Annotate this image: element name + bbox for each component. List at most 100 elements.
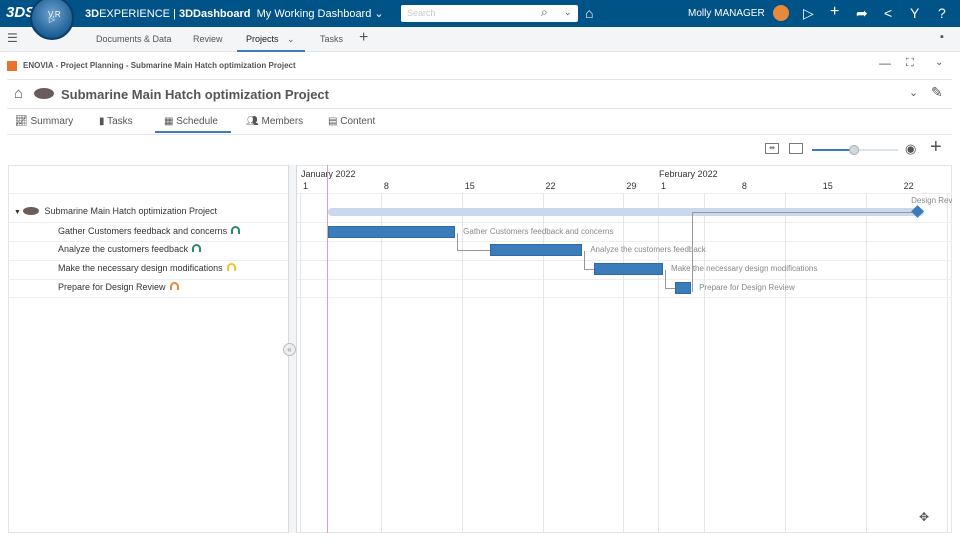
project-icon bbox=[23, 207, 40, 215]
day-gridline bbox=[935, 193, 936, 533]
zoom-slider-handle[interactable] bbox=[849, 145, 859, 155]
tree-row-task[interactable]: Analyze the customers feedback bbox=[58, 244, 202, 254]
day-tick-label: 8 bbox=[383, 181, 389, 191]
task-bar[interactable] bbox=[674, 282, 692, 294]
tree-label: Analyze the customers feedback bbox=[58, 244, 189, 254]
help-icon[interactable]: ? bbox=[938, 5, 946, 21]
divider bbox=[7, 134, 952, 135]
tree-label: Make the necessary design modifications bbox=[58, 263, 223, 273]
move-icon[interactable]: ✥ bbox=[919, 510, 929, 524]
edit-icon[interactable]: ✎ bbox=[931, 84, 943, 101]
add-icon[interactable]: + bbox=[930, 136, 942, 159]
chevron-down-icon[interactable]: ⌄ bbox=[909, 86, 918, 99]
tree-row-task[interactable]: Make the necessary design modifications bbox=[58, 263, 236, 273]
tab-projects[interactable]: Projects bbox=[246, 34, 279, 44]
page-title: Submarine Main Hatch optimization Projec… bbox=[61, 87, 329, 102]
avatar[interactable] bbox=[773, 5, 789, 21]
chevron-down-icon[interactable]: ⌄ bbox=[564, 7, 572, 18]
add-icon[interactable]: + bbox=[830, 3, 839, 21]
day-gridline bbox=[416, 193, 417, 533]
user-name[interactable]: Molly MANAGER bbox=[688, 8, 765, 19]
expand-icon[interactable]: ▼ bbox=[14, 209, 21, 216]
home-icon[interactable]: ⌂ bbox=[14, 85, 23, 102]
day-gridline bbox=[647, 193, 648, 533]
menu-icon[interactable]: ☰ bbox=[7, 31, 18, 45]
dependency-arrow bbox=[692, 212, 914, 292]
day-tick-label: 1 bbox=[303, 181, 309, 191]
task-bar[interactable] bbox=[328, 226, 456, 238]
day-tick-label: 8 bbox=[741, 181, 747, 191]
tab-schedule[interactable]: ▦ Schedule bbox=[164, 116, 218, 127]
tree-row-task[interactable]: Gather Customers feedback and concerns bbox=[58, 226, 241, 236]
day-gridline bbox=[312, 193, 313, 533]
dashboard-name: My Working Dashboard bbox=[256, 8, 372, 20]
eye-icon[interactable]: ◉ bbox=[905, 141, 916, 157]
chevron-down-icon[interactable]: ⌄ bbox=[935, 57, 943, 68]
search-input[interactable]: Search ⌕ ⌄ bbox=[401, 5, 578, 22]
day-gridline bbox=[670, 193, 671, 533]
tree-row-project[interactable]: ▼ Submarine Main Hatch optimization Proj… bbox=[14, 206, 217, 216]
day-gridline bbox=[392, 193, 393, 533]
fit-icon[interactable]: ⇹ bbox=[765, 143, 779, 154]
tab-documents[interactable]: Documents & Data bbox=[96, 34, 172, 44]
status-icon bbox=[169, 282, 179, 290]
divider bbox=[7, 108, 952, 109]
compass-label: V,R bbox=[48, 10, 61, 19]
day-gridline bbox=[380, 193, 382, 533]
tab-label: Tasks bbox=[107, 116, 133, 127]
month-label: February 2022 bbox=[659, 169, 718, 179]
tab-summary[interactable]: 📈︎ Summary bbox=[15, 116, 73, 127]
top-bar: 3DS 3DEXPERIENCE | 3DDashboard My Workin… bbox=[0, 0, 960, 27]
day-tick-label: 22 bbox=[545, 181, 556, 191]
chart-icon: 📈︎ bbox=[15, 116, 28, 127]
brand-rest: EXPERIENCE | bbox=[99, 8, 179, 20]
milestone-label: Design Review bbox=[911, 196, 952, 205]
apps-icon[interactable]: Y bbox=[910, 5, 919, 21]
minimize-icon[interactable]: — bbox=[879, 56, 891, 70]
document-icon: ▤ bbox=[328, 116, 338, 127]
chat-icon[interactable]: ▪ bbox=[940, 31, 944, 43]
status-icon bbox=[192, 244, 202, 252]
maximize-icon[interactable]: ⛶ bbox=[906, 57, 914, 70]
dependency-arrow bbox=[665, 270, 675, 289]
social-icon[interactable]: < bbox=[884, 5, 892, 21]
enovia-icon bbox=[7, 61, 17, 71]
day-tick-label: 29 bbox=[626, 181, 637, 191]
day-gridline bbox=[300, 193, 301, 533]
dependency-arrow bbox=[457, 233, 490, 251]
day-gridline bbox=[600, 193, 601, 533]
search-icon[interactable]: ⌕ bbox=[541, 5, 548, 20]
tab-review[interactable]: Review bbox=[193, 34, 223, 44]
status-icon bbox=[226, 263, 236, 271]
tab-members[interactable]: 👥︎ Members bbox=[246, 116, 303, 127]
app-title[interactable]: 3DEXPERIENCE | 3DDashboard My Working Da… bbox=[85, 7, 384, 20]
tab-tasks-sub[interactable]: ▮ Tasks bbox=[99, 116, 133, 127]
chevron-down-icon[interactable]: ⌄ bbox=[287, 34, 295, 45]
tab-tasks[interactable]: Tasks bbox=[320, 34, 343, 44]
project-icon bbox=[34, 88, 54, 99]
fullscreen-icon[interactable] bbox=[789, 143, 803, 154]
widget-title: ENOVIA - Project Planning - Submarine Ma… bbox=[23, 61, 296, 70]
tab-label: Members bbox=[261, 116, 304, 127]
notifications-icon[interactable]: ▷ bbox=[803, 5, 814, 22]
tab-content[interactable]: ▤ Content bbox=[328, 116, 375, 127]
task-tree: ▼ Submarine Main Hatch optimization Proj… bbox=[8, 165, 289, 533]
active-subtab-indicator bbox=[155, 131, 231, 133]
day-gridline bbox=[658, 193, 660, 533]
tree-row-task[interactable]: Prepare for Design Review bbox=[58, 282, 179, 292]
share-icon[interactable]: ➦ bbox=[856, 5, 868, 22]
task-bar[interactable] bbox=[593, 263, 664, 275]
month-label: January 2022 bbox=[301, 169, 356, 179]
day-gridline bbox=[346, 193, 347, 533]
zoom-slider-fill bbox=[812, 149, 854, 151]
search-placeholder: Search bbox=[407, 8, 436, 18]
tree-label: Prepare for Design Review bbox=[58, 282, 166, 292]
task-bar[interactable] bbox=[489, 244, 583, 256]
status-icon bbox=[231, 226, 241, 234]
app-name: 3DDashboard bbox=[178, 8, 251, 20]
collapse-panel-icon[interactable]: « bbox=[283, 343, 296, 356]
day-gridline bbox=[946, 193, 948, 533]
tag-icon[interactable]: ⌂ bbox=[585, 5, 593, 21]
add-tab-icon[interactable]: + bbox=[359, 29, 368, 47]
tree-label: Gather Customers feedback and concerns bbox=[58, 226, 228, 236]
